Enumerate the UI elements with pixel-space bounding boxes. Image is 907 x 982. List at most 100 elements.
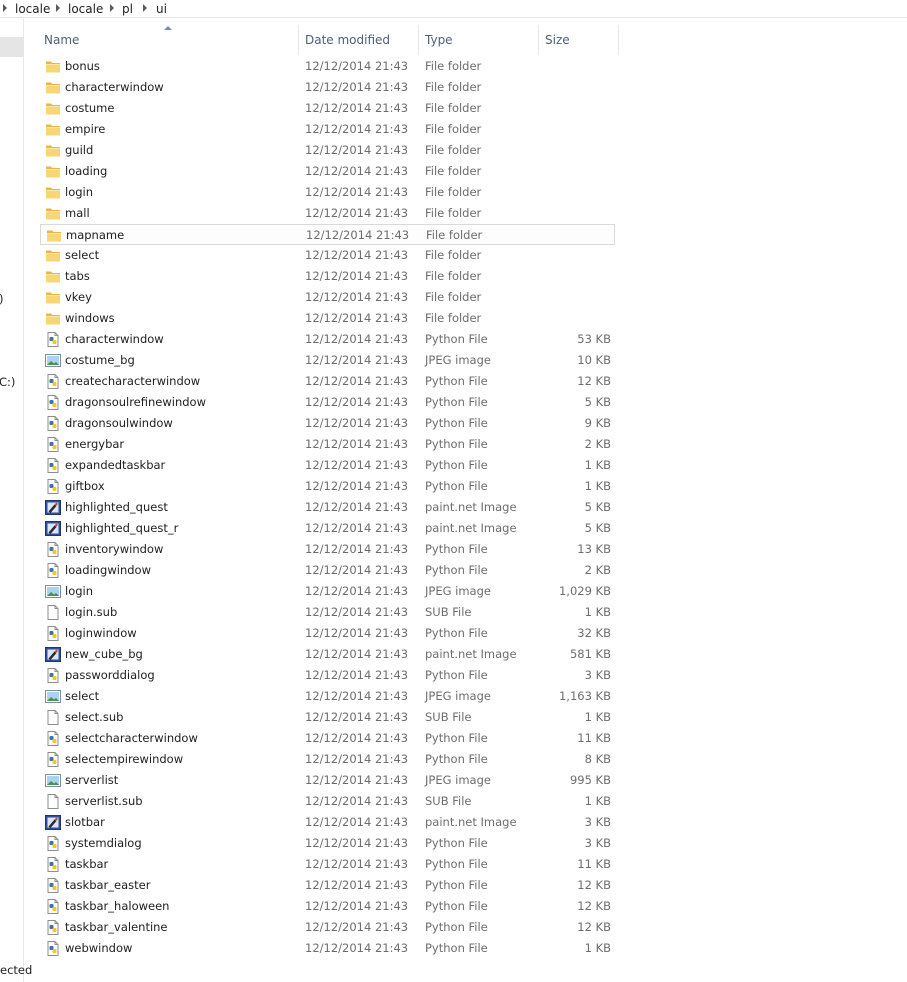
column-header-date-modified[interactable]: Date modified	[301, 25, 418, 55]
breadcrumb-item-locale[interactable]: locale	[68, 1, 103, 17]
file-name[interactable]: characterwindow	[65, 329, 164, 350]
breadcrumb-separator-icon[interactable]	[56, 4, 60, 12]
file-row[interactable]: serverlist 12/12/2014 21:43 JPEG image 995 …	[40, 770, 615, 791]
file-row[interactable]: taskbar_easter 12/12/2014 21:43 Python Fil…	[40, 875, 615, 896]
file-name[interactable]: giftbox	[65, 476, 105, 497]
file-row[interactable]: createcharacterwindow 12/12/2014 21:43 Pyt…	[40, 371, 615, 392]
navigation-pane-item-fragment[interactable]: C:)	[0, 375, 15, 389]
file-name[interactable]: login	[65, 581, 93, 602]
file-name[interactable]: createcharacterwindow	[65, 371, 200, 392]
file-row[interactable]: energybar 12/12/2014 21:43 Python File 2 KB	[40, 434, 615, 455]
file-name[interactable]: taskbar_haloween	[65, 896, 169, 917]
file-name[interactable]: dragonsoulrefinewindow	[65, 392, 206, 413]
column-header-size[interactable]: Size	[541, 25, 618, 55]
file-row[interactable]: characterwindow 12/12/2014 21:43 Python Fi…	[40, 329, 615, 350]
file-name[interactable]: dragonsoulwindow	[65, 413, 173, 434]
file-name[interactable]: systemdialog	[65, 833, 142, 854]
file-row[interactable]: characterwindow 12/12/2014 21:43 File fold…	[40, 77, 615, 98]
navigation-pane-selected-item[interactable]	[0, 37, 24, 57]
file-name[interactable]: login.sub	[65, 602, 117, 623]
file-row[interactable]: tabs 12/12/2014 21:43 File folder	[40, 266, 615, 287]
file-row[interactable]: costume_bg 12/12/2014 21:43 JPEG image 10 K…	[40, 350, 615, 371]
file-name[interactable]: windows	[65, 308, 115, 329]
column-header-type[interactable]: Type	[421, 25, 538, 55]
file-name[interactable]: selectempirewindow	[65, 749, 183, 770]
file-name[interactable]: login	[65, 182, 93, 203]
file-row[interactable]: costume 12/12/2014 21:43 File folder	[40, 98, 615, 119]
file-row[interactable]: loading 12/12/2014 21:43 File folder	[40, 161, 615, 182]
breadcrumb-item-pl[interactable]: pl	[122, 1, 133, 17]
file-name[interactable]: new_cube_bg	[65, 644, 143, 665]
file-name[interactable]: energybar	[65, 434, 124, 455]
file-name[interactable]: select	[65, 686, 99, 707]
file-name[interactable]: mapname	[66, 225, 124, 246]
column-divider[interactable]	[618, 25, 619, 55]
column-header-name[interactable]: Name	[40, 25, 298, 55]
file-row[interactable]: mall 12/12/2014 21:43 File folder	[40, 203, 615, 224]
file-name[interactable]: passworddialog	[65, 665, 155, 686]
file-row[interactable]: giftbox 12/12/2014 21:43 Python File 1 KB	[40, 476, 615, 497]
file-name[interactable]: loginwindow	[65, 623, 137, 644]
file-name[interactable]: selectcharacterwindow	[65, 728, 198, 749]
navigation-pane[interactable]: ) C:)	[0, 19, 24, 982]
file-name[interactable]: inventorywindow	[65, 539, 163, 560]
file-row[interactable]: loadingwindow 12/12/2014 21:43 Python File…	[40, 560, 615, 581]
file-row[interactable]: expandedtaskbar 12/12/2014 21:43 Python Fi…	[40, 455, 615, 476]
breadcrumb-separator-icon[interactable]	[110, 4, 114, 12]
file-row[interactable]: taskbar_haloween 12/12/2014 21:43 Python F…	[40, 896, 615, 917]
file-row[interactable]: selectcharacterwindow 12/12/2014 21:43 Pyt…	[40, 728, 615, 749]
file-row[interactable]: passworddialog 12/12/2014 21:43 Python Fil…	[40, 665, 615, 686]
file-name[interactable]: mall	[65, 203, 90, 224]
file-row[interactable]: selectempirewindow 12/12/2014 21:43 Python…	[40, 749, 615, 770]
file-row[interactable]: taskbar 12/12/2014 21:43 Python File 11 KB	[40, 854, 615, 875]
file-name[interactable]: taskbar_valentine	[65, 917, 168, 938]
file-row[interactable]: highlighted_quest_r 12/12/2014 21:43 paint…	[40, 518, 615, 539]
file-name[interactable]: costume_bg	[65, 350, 135, 371]
file-name[interactable]: costume	[65, 98, 114, 119]
file-name[interactable]: highlighted_quest_r	[65, 518, 178, 539]
file-row[interactable]: inventorywindow 12/12/2014 21:43 Python Fi…	[40, 539, 615, 560]
file-row[interactable]: select 12/12/2014 21:43 File folder	[40, 245, 615, 266]
file-row[interactable]: serverlist.sub 12/12/2014 21:43 SUB File 1 …	[40, 791, 615, 812]
breadcrumb-item-locale[interactable]: locale	[15, 1, 50, 17]
file-name[interactable]: vkey	[65, 287, 92, 308]
file-row[interactable]: systemdialog 12/12/2014 21:43 Python File 3…	[40, 833, 615, 854]
file-row[interactable]: dragonsoulwindow 12/12/2014 21:43 Python F…	[40, 413, 615, 434]
file-row[interactable]: bonus 12/12/2014 21:43 File folder	[40, 56, 615, 77]
file-name[interactable]: highlighted_quest	[65, 497, 168, 518]
file-name[interactable]: select	[65, 245, 99, 266]
file-name[interactable]: webwindow	[65, 938, 132, 959]
breadcrumb-separator-icon[interactable]	[3, 4, 7, 12]
file-row[interactable]: select 12/12/2014 21:43 JPEG image 1,163 KB	[40, 686, 615, 707]
file-name[interactable]: select.sub	[65, 707, 123, 728]
file-name[interactable]: guild	[65, 140, 93, 161]
breadcrumb-separator-icon[interactable]	[143, 4, 147, 12]
file-name[interactable]: loadingwindow	[65, 560, 151, 581]
file-name[interactable]: tabs	[65, 266, 90, 287]
file-row[interactable]: login.sub 12/12/2014 21:43 SUB File 1 KB	[40, 602, 615, 623]
column-divider[interactable]	[418, 25, 419, 55]
file-name[interactable]: serverlist	[65, 770, 118, 791]
file-name[interactable]: characterwindow	[65, 77, 164, 98]
file-row[interactable]: taskbar_valentine 12/12/2014 21:43 Python …	[40, 917, 615, 938]
file-row[interactable]: new_cube_bg 12/12/2014 21:43 paint.net Ima…	[40, 644, 615, 665]
file-row[interactable]: empire 12/12/2014 21:43 File folder	[40, 119, 615, 140]
file-name[interactable]: slotbar	[65, 812, 105, 833]
file-row[interactable]: guild 12/12/2014 21:43 File folder	[40, 140, 615, 161]
breadcrumb-item-ui[interactable]: ui	[156, 1, 167, 17]
file-row[interactable]: mapname 12/12/2014 21:43 File folder	[40, 224, 615, 245]
file-row[interactable]: dragonsoulrefinewindow 12/12/2014 21:43 Py…	[40, 392, 615, 413]
file-row[interactable]: highlighted_quest 12/12/2014 21:43 paint.n…	[40, 497, 615, 518]
column-divider[interactable]	[298, 25, 299, 55]
file-row[interactable]: login 12/12/2014 21:43 File folder	[40, 182, 615, 203]
file-row[interactable]: select.sub 12/12/2014 21:43 SUB File 1 KB	[40, 707, 615, 728]
file-row[interactable]: vkey 12/12/2014 21:43 File folder	[40, 287, 615, 308]
file-row[interactable]: webwindow 12/12/2014 21:43 Python File 1 KB	[40, 938, 615, 959]
file-name[interactable]: taskbar	[65, 854, 108, 875]
column-divider[interactable]	[538, 25, 539, 55]
navigation-pane-item-fragment[interactable]: )	[0, 292, 4, 306]
file-name[interactable]: empire	[65, 119, 105, 140]
file-row[interactable]: windows 12/12/2014 21:43 File folder	[40, 308, 615, 329]
file-row[interactable]: loginwindow 12/12/2014 21:43 Python File 32…	[40, 623, 615, 644]
file-name[interactable]: expandedtaskbar	[65, 455, 165, 476]
